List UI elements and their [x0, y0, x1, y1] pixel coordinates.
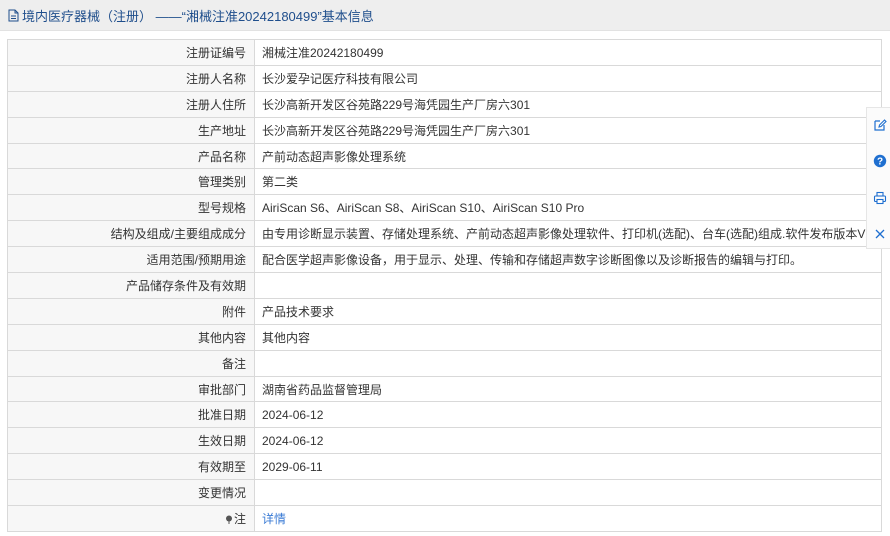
table-row: 批准日期 2024-06-12 [7, 401, 882, 429]
row-label: 注册人住所 [7, 90, 255, 118]
row-label: 生产地址 [7, 116, 255, 144]
table-row-note: 注详情 [7, 505, 882, 532]
row-value: 产品技术要求 [254, 297, 882, 325]
row-label: 审批部门 [7, 375, 255, 403]
row-value: 产前动态超声影像处理系统 [254, 142, 882, 170]
row-label: 适用范围/预期用途 [7, 246, 255, 274]
table-row: 备注 [7, 349, 882, 377]
table-row: 结构及组成/主要组成成分 由专用诊断显示装置、存储处理系统、产前动态超声影像处理软… [7, 220, 882, 248]
table-row: 其他内容 其他内容 [7, 323, 882, 351]
print-icon[interactable] [872, 190, 888, 206]
table-row: 产品储存条件及有效期 [7, 272, 882, 299]
page-title: 境内医疗器械（注册） ——“湘械注准20242180499”基本信息 [22, 8, 374, 24]
table-row: 型号规格 AiriScan S6、AiriScan S8、AiriScan S10… [7, 194, 882, 222]
row-value: 配合医学超声影像设备，用于显示、处理、传输和存储超声数字诊断图像以及诊断报告的编… [254, 246, 882, 274]
help-icon[interactable]: ? [872, 153, 888, 169]
table-row: 变更情况 [7, 479, 882, 507]
row-value [254, 479, 882, 507]
row-value: 湖南省药品监督管理局 [254, 375, 882, 403]
table-row: 审批部门 湖南省药品监督管理局 [7, 375, 882, 403]
row-value: AiriScan S6、AiriScan S8、AiriScan S10、Air… [254, 194, 882, 222]
table-row: 注册人住所 长沙高新开发区谷苑路229号海凭园生产厂房六301 [7, 90, 882, 118]
table-row: 注册人名称 长沙爱孕记医疗科技有限公司 [7, 64, 882, 92]
svg-text:?: ? [877, 157, 883, 168]
row-label: 附件 [7, 297, 255, 325]
info-table: 注册证编号 湘械注准20242180499 注册人名称 长沙爱孕记医疗科技有限公司 注册… [7, 39, 882, 532]
edit-icon[interactable] [872, 117, 888, 133]
table-row: 产品名称 产前动态超声影像处理系统 [7, 142, 882, 170]
row-value [254, 349, 882, 377]
row-label: 其他内容 [7, 323, 255, 351]
row-label: 管理类别 [7, 168, 255, 196]
row-label: 注 [7, 505, 255, 532]
pin-icon [225, 515, 232, 524]
side-toolbar: ? [866, 107, 890, 249]
table-row: 有效期至 2029-06-11 [7, 453, 882, 481]
row-label: 型号规格 [7, 194, 255, 222]
row-value: 2024-06-12 [254, 427, 882, 455]
details-link[interactable]: 详情 [254, 505, 882, 532]
table-row: 附件 产品技术要求 [7, 297, 882, 325]
row-label: 变更情况 [7, 479, 255, 507]
row-label: 生效日期 [7, 427, 255, 455]
row-value: 2024-06-12 [254, 401, 882, 429]
close-icon[interactable] [872, 226, 888, 242]
table-row: 生产地址 长沙高新开发区谷苑路229号海凭园生产厂房六301 [7, 116, 882, 144]
row-value: 第二类 [254, 168, 882, 196]
row-label: 注册证编号 [7, 39, 255, 66]
table-row: 适用范围/预期用途 配合医学超声影像设备，用于显示、处理、传输和存储超声数字诊断图… [7, 246, 882, 274]
row-value [254, 272, 882, 299]
row-value: 长沙爱孕记医疗科技有限公司 [254, 64, 882, 92]
row-value: 长沙高新开发区谷苑路229号海凭园生产厂房六301 [254, 90, 882, 118]
row-label: 批准日期 [7, 401, 255, 429]
row-value: 2029-06-11 [254, 453, 882, 481]
row-label: 结构及组成/主要组成成分 [7, 220, 255, 248]
row-label: 备注 [7, 349, 255, 377]
note-label: 注 [233, 511, 246, 526]
table-row: 管理类别 第二类 [7, 168, 882, 196]
row-value: 长沙高新开发区谷苑路229号海凭园生产厂房六301 [254, 116, 882, 144]
row-label: 产品名称 [7, 142, 255, 170]
table-row: 注册证编号 湘械注准20242180499 [7, 39, 882, 66]
page-header: 境内医疗器械（注册） ——“湘械注准20242180499”基本信息 [0, 0, 890, 31]
row-label: 注册人名称 [7, 64, 255, 92]
table-row: 生效日期 2024-06-12 [7, 427, 882, 455]
row-label: 产品储存条件及有效期 [7, 272, 255, 299]
row-label: 有效期至 [7, 453, 255, 481]
row-value: 其他内容 [254, 323, 882, 351]
row-value: 湘械注准20242180499 [254, 39, 882, 66]
document-icon [8, 9, 19, 21]
row-value: 由专用诊断显示装置、存储处理系统、产前动态超声影像处理软件、打印机(选配)、台车… [254, 220, 882, 248]
